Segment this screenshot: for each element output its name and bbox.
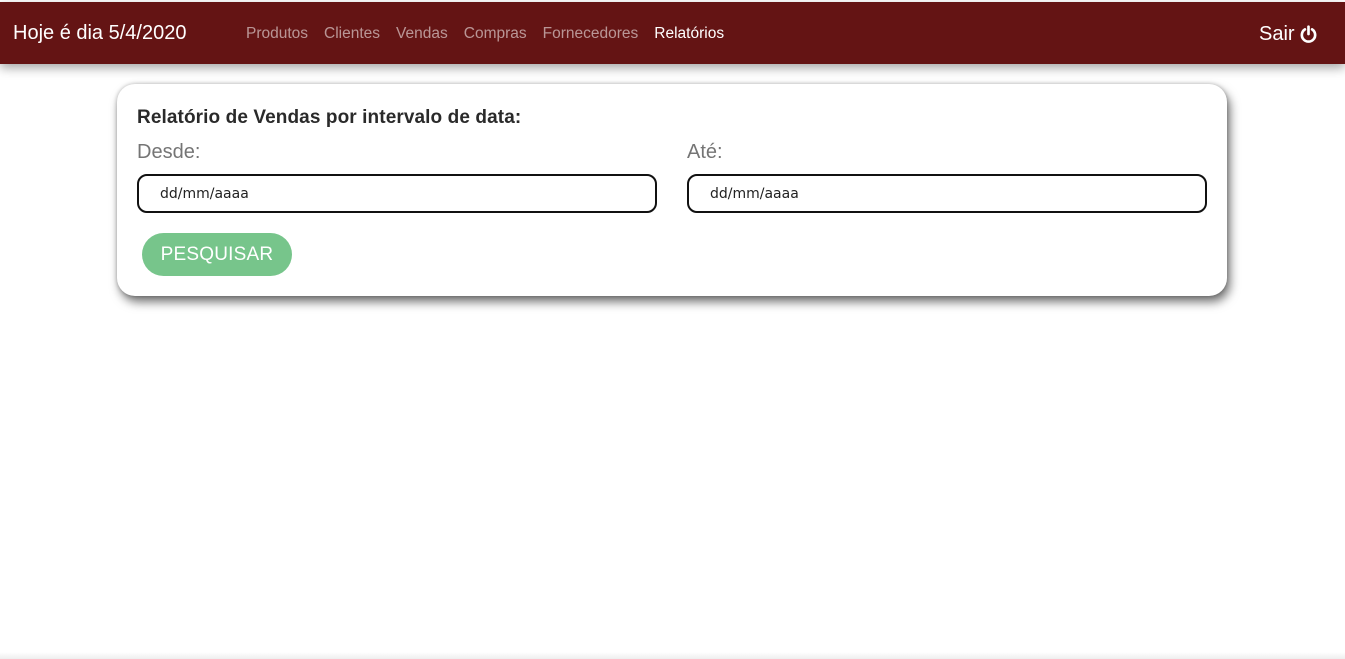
to-date-input[interactable] xyxy=(687,174,1207,213)
report-title: Relatório de Vendas por intervalo de dat… xyxy=(137,107,522,128)
nav-link-relatorios[interactable]: Relatórios xyxy=(654,24,724,44)
logout-label: Sair xyxy=(1259,23,1295,45)
from-date-label: Desde: xyxy=(137,141,201,163)
nav-link-produtos[interactable]: Produtos xyxy=(246,24,308,44)
nav-link-clientes[interactable]: Clientes xyxy=(324,24,380,44)
power-icon xyxy=(1299,24,1318,44)
report-card: Relatório de Vendas por intervalo de dat… xyxy=(117,84,1227,296)
navbar: Hoje é dia 5/4/2020 Produtos Clientes Ve… xyxy=(0,2,1345,64)
bottom-shade xyxy=(0,652,1345,659)
page: Hoje é dia 5/4/2020 Produtos Clientes Ve… xyxy=(0,0,1345,659)
to-date-label: Até: xyxy=(687,141,723,163)
logout-button[interactable]: Sair xyxy=(1259,22,1318,46)
nav-link-fornecedores[interactable]: Fornecedores xyxy=(543,24,639,44)
nav-link-vendas[interactable]: Vendas xyxy=(396,24,448,44)
nav-links: Produtos Clientes Vendas Compras Fornece… xyxy=(246,24,724,44)
nav-link-compras[interactable]: Compras xyxy=(464,24,527,44)
from-date-input[interactable] xyxy=(137,174,657,213)
brand-date: Hoje é dia 5/4/2020 xyxy=(13,22,187,44)
search-button[interactable]: PESQUISAR xyxy=(142,233,292,276)
